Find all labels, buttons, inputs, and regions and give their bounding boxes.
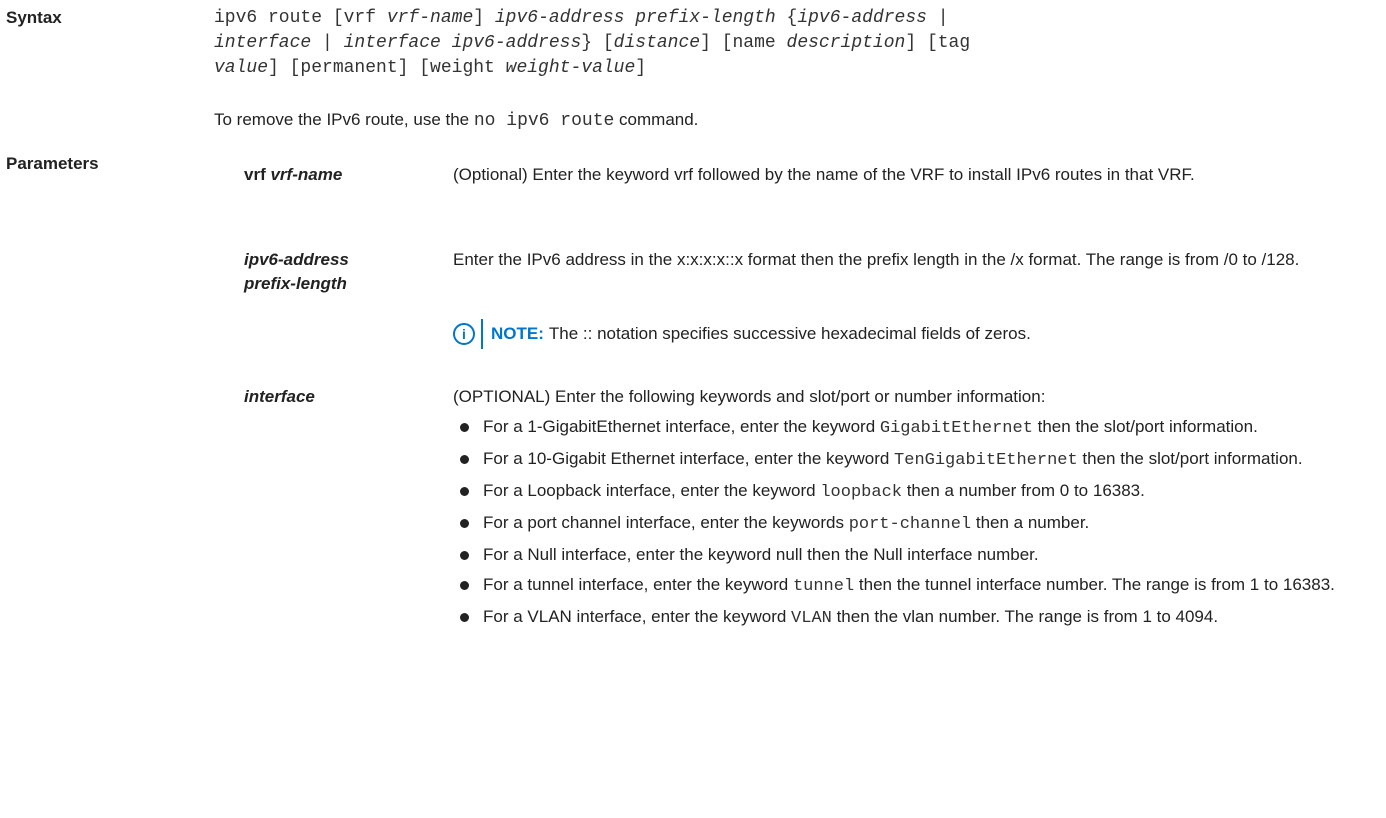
list-item: For a tunnel interface, enter the keywor… [453,572,1373,599]
param-term-interface: interface [244,387,315,406]
syntax-block: ipv6 route [vrf vrf-name] ipv6-address p… [214,6,1364,81]
syntax-line-2: interface | interface ipv6-address} [dis… [214,33,971,53]
parameters-heading: Parameters [6,154,99,173]
param-desc-interface: (OPTIONAL) Enter the following keywords … [453,387,1046,406]
param-desc-ipv6-address: Enter the IPv6 address in the x:x:x:x::x… [453,250,1300,269]
param-term-ipv6-address: ipv6-address prefix-length [244,250,349,293]
note-text: The :: notation specifies successive hex… [548,324,1031,343]
syntax-heading: Syntax [6,8,62,27]
list-item: For a 1-GigabitEthernet interface, enter… [453,414,1373,441]
list-item: For a VLAN interface, enter the keyword … [453,604,1373,631]
note-callout: i NOTE: The :: notation specifies succes… [453,318,1031,350]
remove-instruction: To remove the IPv6 route, use the no ipv… [214,110,699,131]
list-item: For a port channel interface, enter the … [453,510,1373,537]
syntax-line-1: ipv6 route [vrf vrf-name] ipv6-address p… [214,8,949,28]
list-item: For a Loopback interface, enter the keyw… [453,478,1373,505]
interface-options-list: For a 1-GigabitEthernet interface, enter… [453,414,1373,636]
note-label: NOTE: [491,324,544,343]
list-item: For a 10-Gigabit Ethernet interface, ent… [453,446,1373,473]
param-term-vrf: vrf vrf-name [244,165,343,184]
syntax-line-3: value] [permanent] [weight weight-value] [214,58,647,78]
remove-command: no ipv6 route [473,111,615,131]
note-divider [481,319,483,349]
info-icon: i [453,323,475,345]
param-desc-vrf: (Optional) Enter the keyword vrf followe… [453,165,1195,184]
list-item: For a Null interface, enter the keyword … [453,542,1373,567]
